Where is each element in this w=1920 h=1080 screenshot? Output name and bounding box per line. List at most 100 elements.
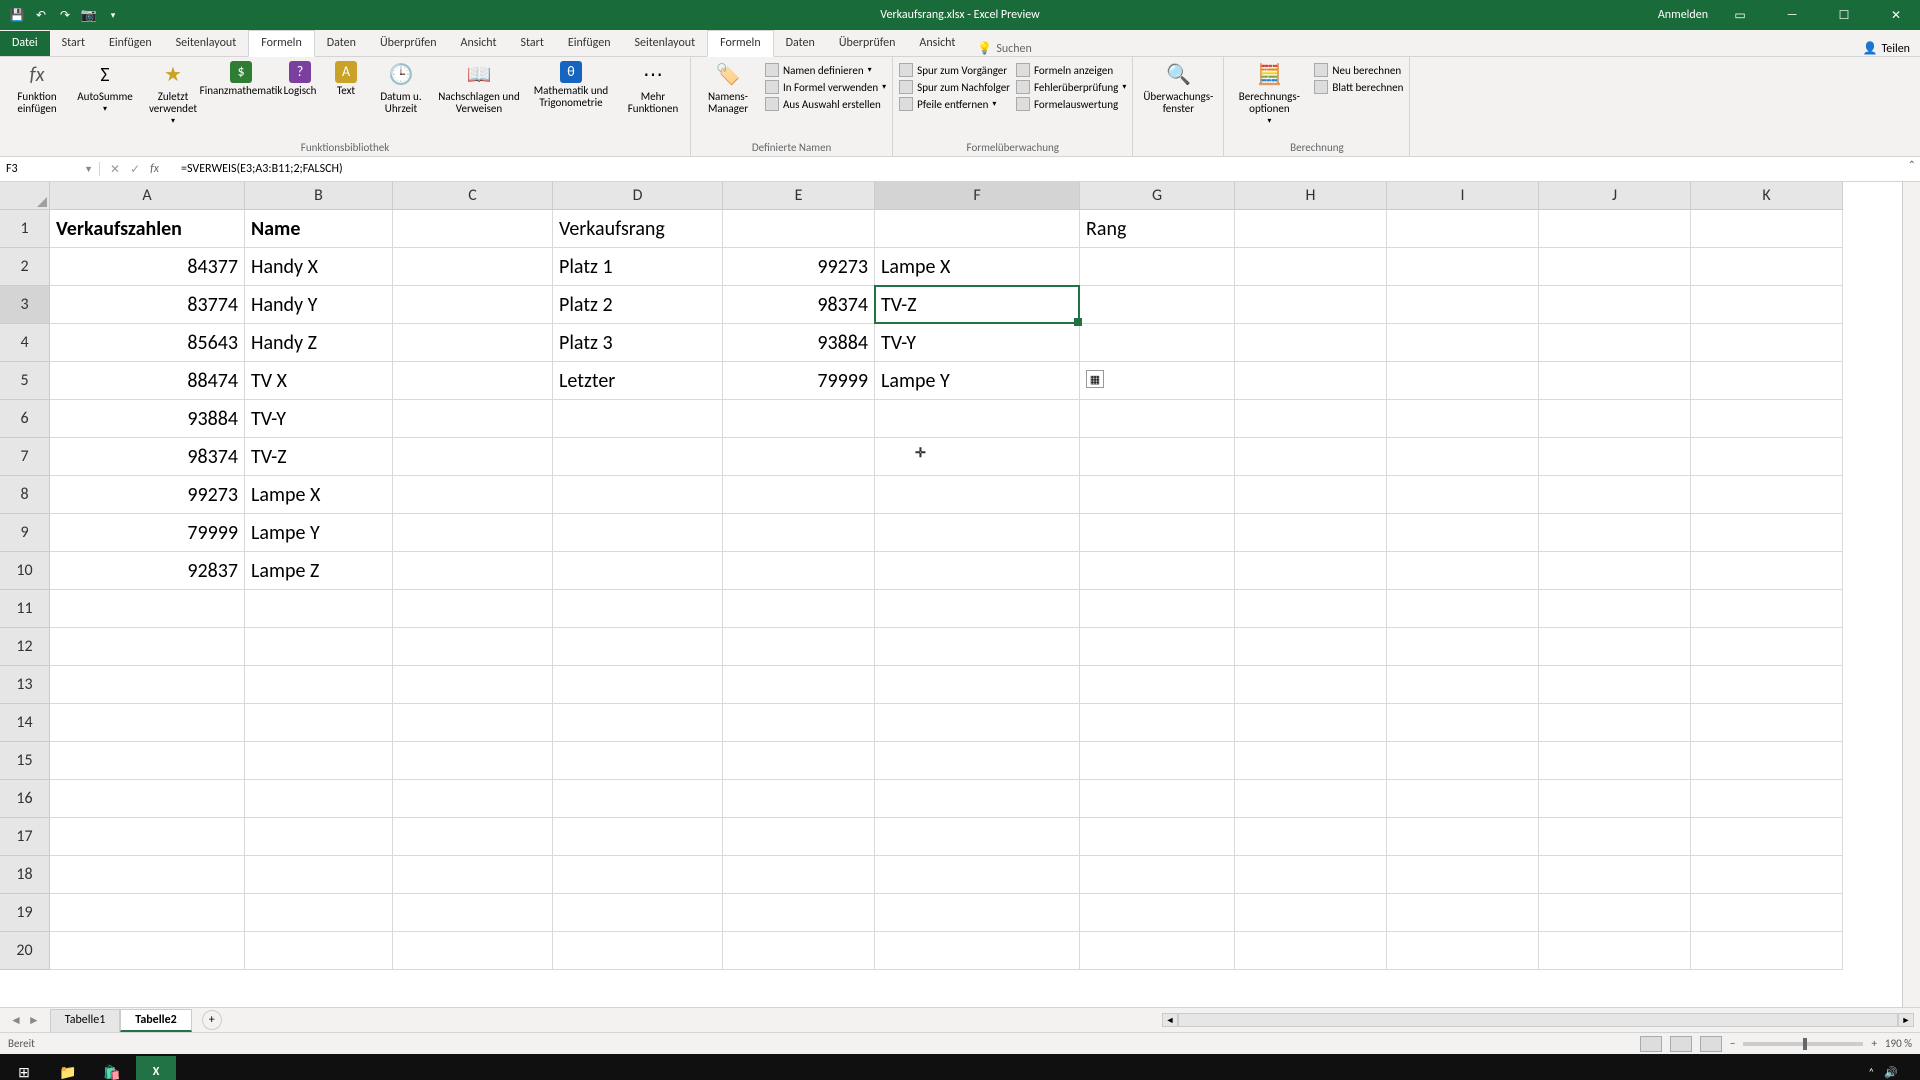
cell-D11[interactable] [553, 590, 723, 628]
cell-J14[interactable] [1539, 704, 1691, 742]
cell-I6[interactable] [1387, 400, 1539, 438]
cell-K7[interactable] [1691, 438, 1843, 476]
autosum-button[interactable]: ΣAutoSumme▾ [74, 59, 136, 114]
cell-B20[interactable] [245, 932, 393, 970]
row-header-5[interactable]: 5 [0, 362, 50, 400]
cell-K18[interactable] [1691, 856, 1843, 894]
cell-H1[interactable] [1235, 210, 1387, 248]
datetime-button[interactable]: 🕒Datum u. Uhrzeit [370, 59, 432, 115]
cell-G20[interactable] [1080, 932, 1235, 970]
qat-more-icon[interactable]: ▾ [104, 6, 122, 24]
cell-H9[interactable] [1235, 514, 1387, 552]
cell-A10[interactable]: 92837 [50, 552, 245, 590]
row-header-16[interactable]: 16 [0, 780, 50, 818]
sheet-nav-next-icon[interactable]: ► [28, 1013, 40, 1028]
cell-D5[interactable]: Letzter [553, 362, 723, 400]
row-header-6[interactable]: 6 [0, 400, 50, 438]
cell-G8[interactable] [1080, 476, 1235, 514]
row-header-1[interactable]: 1 [0, 210, 50, 248]
cell-B14[interactable] [245, 704, 393, 742]
cell-K17[interactable] [1691, 818, 1843, 856]
cell-A5[interactable]: 88474 [50, 362, 245, 400]
cell-I20[interactable] [1387, 932, 1539, 970]
cell-I12[interactable] [1387, 628, 1539, 666]
hscroll-left-icon[interactable]: ◄ [1162, 1013, 1178, 1027]
close-icon[interactable]: ✕ [1876, 0, 1916, 30]
text-button[interactable]: AText [328, 59, 364, 97]
financial-button[interactable]: $Finanzmathematik [210, 59, 272, 97]
cell-E10[interactable] [723, 552, 875, 590]
cell-D15[interactable] [553, 742, 723, 780]
cell-D10[interactable] [553, 552, 723, 590]
tab-start[interactable]: Start [509, 31, 556, 56]
calculate-sheet-button[interactable]: Blatt berechnen [1314, 80, 1403, 94]
cell-B9[interactable]: Lampe Y [245, 514, 393, 552]
cell-K11[interactable] [1691, 590, 1843, 628]
watch-window-button[interactable]: 🔍Überwachungs-fenster [1139, 59, 1217, 115]
cell-F16[interactable] [875, 780, 1080, 818]
tell-me[interactable]: 💡Suchen [967, 41, 1041, 56]
cell-J13[interactable] [1539, 666, 1691, 704]
hscroll-right-icon[interactable]: ► [1898, 1013, 1914, 1027]
cell-E12[interactable] [723, 628, 875, 666]
cell-K16[interactable] [1691, 780, 1843, 818]
redo-icon[interactable]: ↷ [56, 6, 74, 24]
more-functions-button[interactable]: ⋯Mehr Funktionen [622, 59, 684, 115]
cell-C17[interactable] [393, 818, 553, 856]
cell-J16[interactable] [1539, 780, 1691, 818]
cell-J15[interactable] [1539, 742, 1691, 780]
cell-G1[interactable]: Rang [1080, 210, 1235, 248]
cell-F14[interactable] [875, 704, 1080, 742]
column-header-I[interactable]: I [1387, 182, 1539, 210]
cell-D17[interactable] [553, 818, 723, 856]
camera-icon[interactable]: 📷 [80, 6, 98, 24]
cell-E9[interactable] [723, 514, 875, 552]
cell-D6[interactable] [553, 400, 723, 438]
cell-E20[interactable] [723, 932, 875, 970]
cell-E8[interactable] [723, 476, 875, 514]
cell-H7[interactable] [1235, 438, 1387, 476]
cell-K8[interactable] [1691, 476, 1843, 514]
cell-I15[interactable] [1387, 742, 1539, 780]
cell-B17[interactable] [245, 818, 393, 856]
cell-D13[interactable] [553, 666, 723, 704]
cell-E3[interactable]: 98374 [723, 286, 875, 324]
tab-seitenlayout[interactable]: Seitenlayout [623, 31, 708, 56]
cell-H3[interactable] [1235, 286, 1387, 324]
cell-B19[interactable] [245, 894, 393, 932]
cell-H20[interactable] [1235, 932, 1387, 970]
column-header-B[interactable]: B [245, 182, 393, 210]
cell-I16[interactable] [1387, 780, 1539, 818]
zoom-level[interactable]: 190 % [1885, 1037, 1912, 1050]
cell-E1[interactable] [723, 210, 875, 248]
cell-K9[interactable] [1691, 514, 1843, 552]
normal-view-button[interactable] [1640, 1036, 1662, 1052]
autofill-options-icon[interactable]: ▦ [1086, 370, 1104, 388]
tab-einfügen[interactable]: Einfügen [97, 31, 164, 56]
cell-K2[interactable] [1691, 248, 1843, 286]
cell-H10[interactable] [1235, 552, 1387, 590]
cell-I17[interactable] [1387, 818, 1539, 856]
column-header-E[interactable]: E [723, 182, 875, 210]
maximize-icon[interactable]: ☐ [1824, 0, 1864, 30]
cell-B7[interactable]: TV-Z [245, 438, 393, 476]
worksheet-grid[interactable]: ABCDEFGHIJK 1VerkaufszahlenNameVerkaufsr… [0, 182, 1920, 1007]
cell-G2[interactable] [1080, 248, 1235, 286]
cell-B5[interactable]: TV X [245, 362, 393, 400]
excel-taskbar-icon[interactable]: X [136, 1056, 176, 1080]
cell-H6[interactable] [1235, 400, 1387, 438]
chevron-down-icon[interactable]: ▼ [84, 164, 93, 175]
cell-A11[interactable] [50, 590, 245, 628]
tab-überprüfen[interactable]: Überprüfen [368, 31, 449, 56]
cell-A15[interactable] [50, 742, 245, 780]
cell-I7[interactable] [1387, 438, 1539, 476]
cell-D7[interactable] [553, 438, 723, 476]
cell-G13[interactable] [1080, 666, 1235, 704]
cell-B6[interactable]: TV-Y [245, 400, 393, 438]
cell-D9[interactable] [553, 514, 723, 552]
cell-K3[interactable] [1691, 286, 1843, 324]
column-header-A[interactable]: A [50, 182, 245, 210]
cell-A16[interactable] [50, 780, 245, 818]
cell-J2[interactable] [1539, 248, 1691, 286]
enter-formula-icon[interactable]: ✓ [130, 162, 140, 177]
